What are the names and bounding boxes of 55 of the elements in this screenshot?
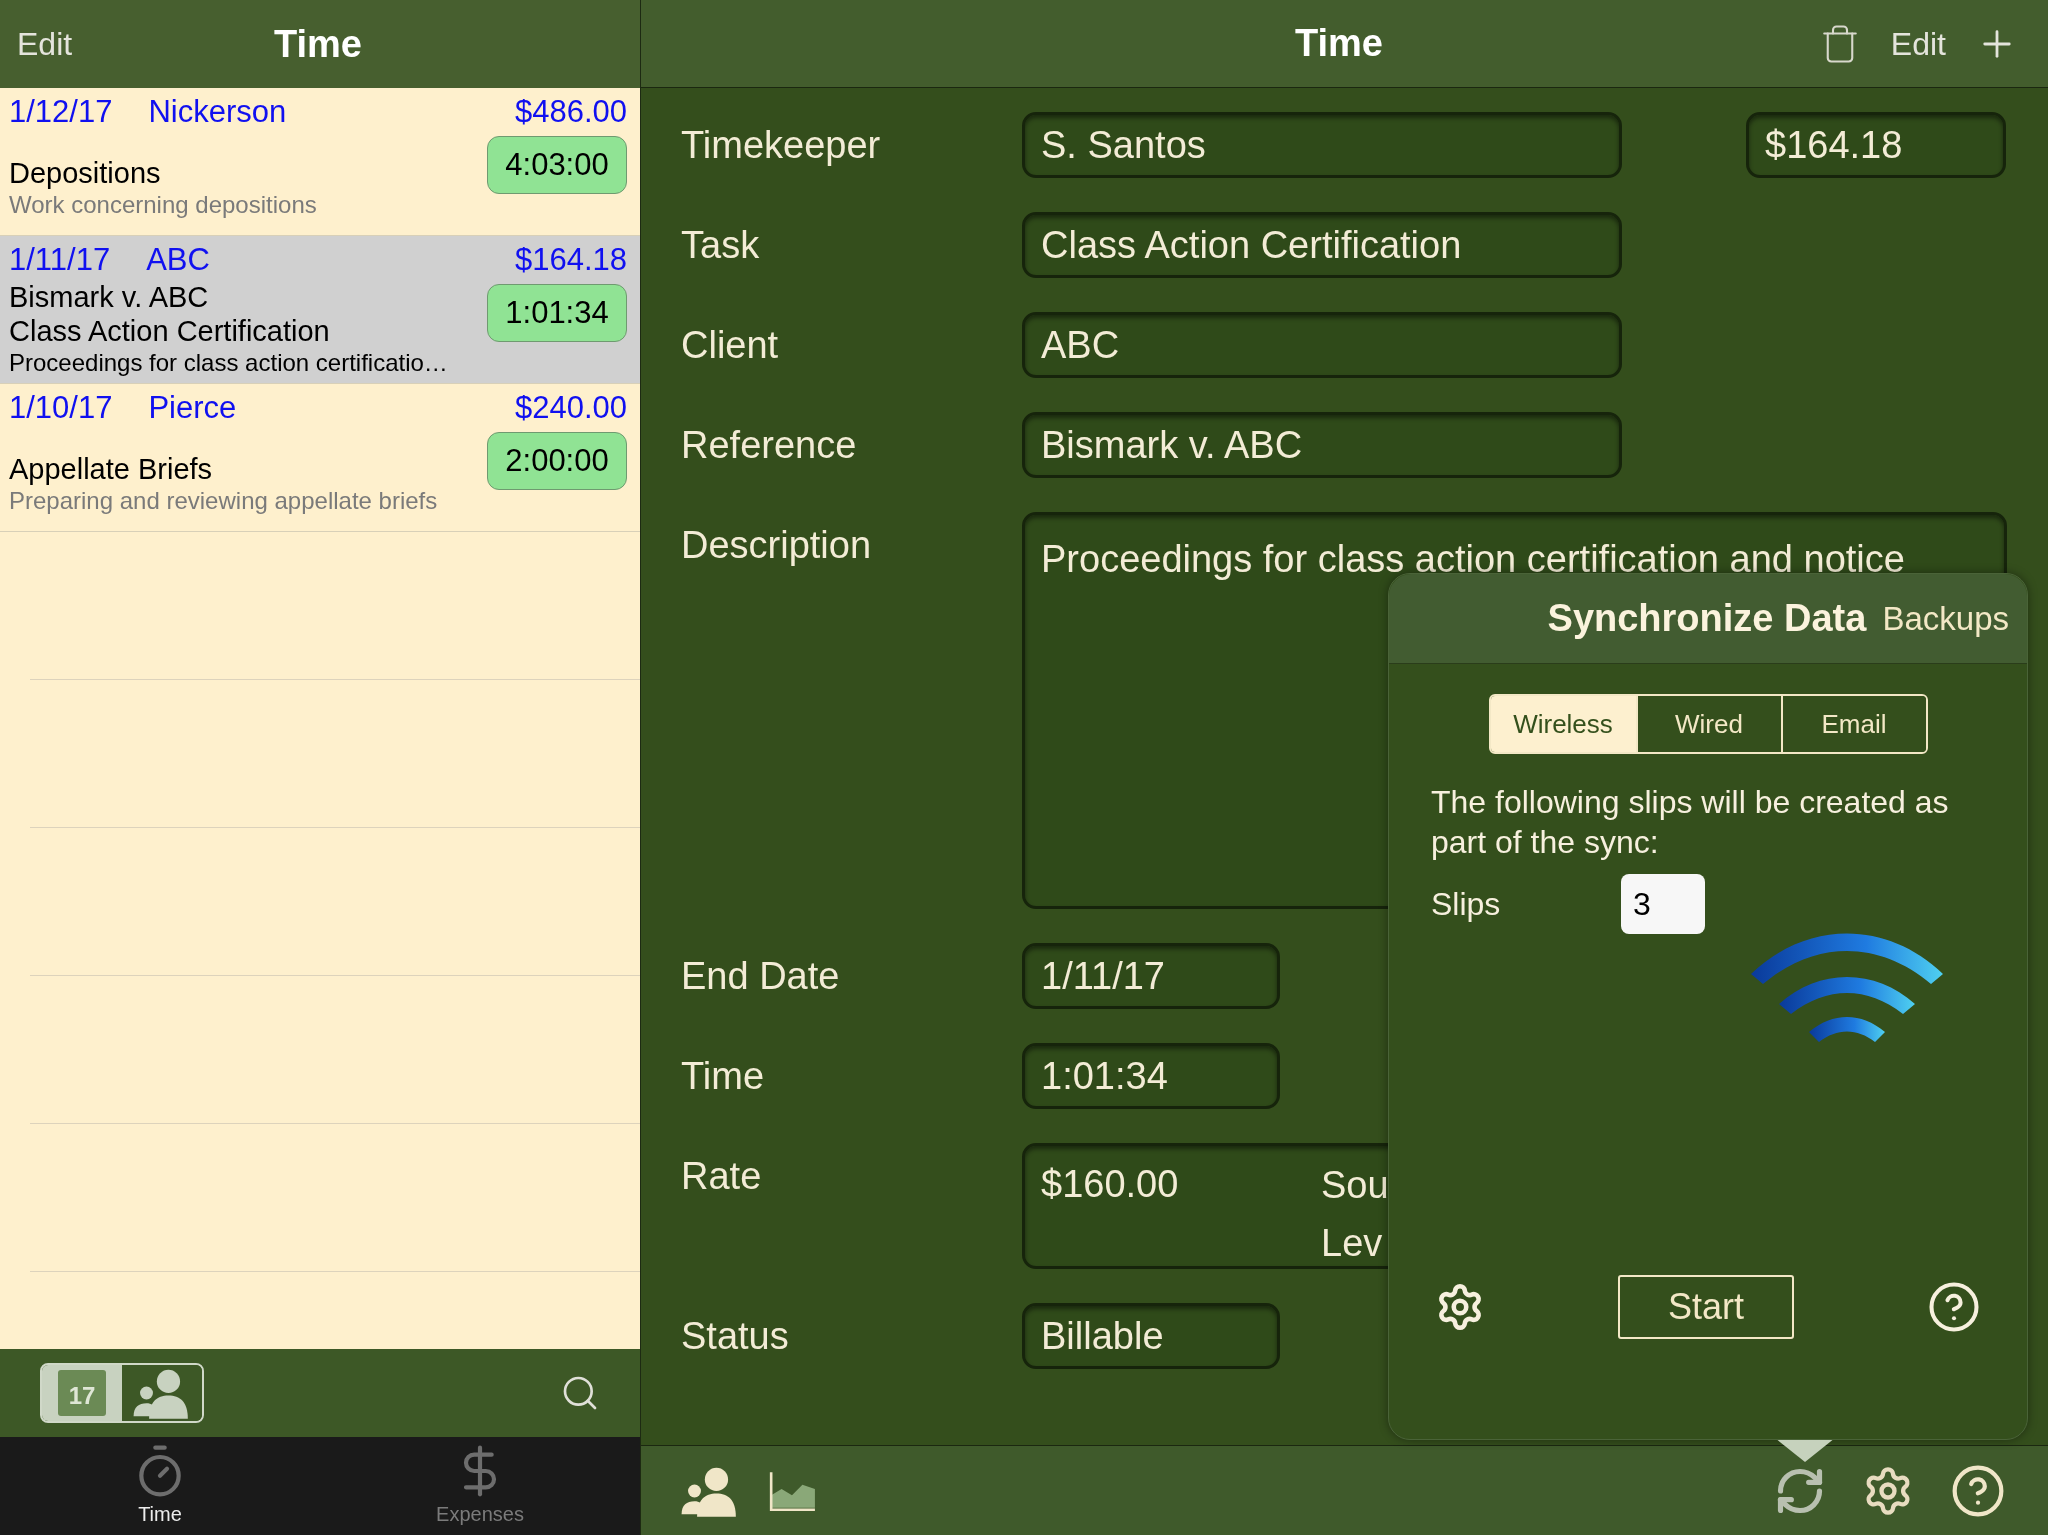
slip-amount: $486.00 bbox=[514, 93, 627, 131]
field-label: Task bbox=[681, 223, 761, 268]
popover-title: Synchronize Data bbox=[1547, 596, 1867, 641]
slips-count-field[interactable]: 3 bbox=[1621, 874, 1705, 934]
text-field[interactable]: Class Action Certification bbox=[1022, 212, 1622, 278]
tab-bar-item[interactable]: Expenses bbox=[320, 1437, 640, 1535]
text-field[interactable]: 1:01:34 bbox=[1022, 1043, 1280, 1109]
field-label: Rate bbox=[681, 1154, 763, 1199]
field-label: Status bbox=[681, 1314, 790, 1359]
sync-mode-tab[interactable]: Email bbox=[1780, 696, 1926, 752]
sync-message: The following slips will be created as part of the sync: bbox=[1431, 783, 1950, 862]
text-field[interactable]: 1/11/17 bbox=[1022, 943, 1280, 1009]
slip-client: Pierce bbox=[148, 389, 237, 427]
slip-date: 1/10/17 bbox=[9, 389, 113, 427]
slip-client: Nickerson bbox=[148, 93, 287, 131]
list-title: Time bbox=[274, 21, 362, 67]
text-field[interactable]: Billable bbox=[1022, 1303, 1280, 1369]
amount-field[interactable]: $164.18 bbox=[1746, 112, 2006, 178]
field-label: Client bbox=[681, 323, 780, 368]
text-field[interactable]: S. Santos bbox=[1022, 112, 1622, 178]
text-field[interactable]: ABC bbox=[1022, 312, 1622, 378]
sync-mode-tab[interactable]: Wireless bbox=[1490, 696, 1636, 752]
text-field[interactable]: Bismark v. ABC bbox=[1022, 412, 1622, 478]
area-chart-icon[interactable] bbox=[767, 1469, 817, 1512]
slip-amount: $164.18 bbox=[514, 241, 627, 279]
popover-arrow bbox=[1777, 1440, 1833, 1462]
slip-date: 1/12/17 bbox=[9, 93, 113, 131]
slip-client: ABC bbox=[146, 241, 210, 279]
backups-button[interactable]: Backups bbox=[1882, 593, 2009, 644]
field-label: Description bbox=[681, 523, 873, 568]
field-label: End Date bbox=[681, 954, 841, 999]
slip-title: Class Action Certification bbox=[9, 314, 331, 348]
slip-title: Depositions bbox=[9, 156, 162, 190]
detail-title: Time bbox=[1295, 21, 1383, 66]
help-icon[interactable] bbox=[1927, 1280, 1981, 1334]
field-label: Reference bbox=[681, 423, 858, 468]
time-badge: 2:00:00 bbox=[487, 432, 627, 490]
slip-description: Preparing and reviewing appellate briefs bbox=[9, 486, 439, 516]
time-badge: 4:03:00 bbox=[487, 136, 627, 194]
edit-button[interactable]: Edit bbox=[1890, 19, 1946, 68]
time-badge: 1:01:34 bbox=[487, 284, 627, 342]
edit-button[interactable]: Edit bbox=[17, 20, 73, 68]
start-button[interactable]: Start bbox=[1618, 1275, 1794, 1339]
slip-description: Work concerning depositions bbox=[9, 190, 318, 220]
slip-date: 1/11/17 bbox=[9, 241, 111, 279]
slip-row[interactable]: 1/11/17 ABC Bismark v. ABC Class Action Certification Proceedings for class action certificatio… $164.18 1:01:34 bbox=[0, 236, 640, 384]
slip-description: Proceedings for class action certificatio… bbox=[9, 348, 449, 378]
field-label: Timekeeper bbox=[681, 123, 882, 168]
slip-amount: $240.00 bbox=[514, 389, 627, 427]
tab-bar-item[interactable]: Time bbox=[0, 1437, 320, 1535]
slip-title: Appellate Briefs bbox=[9, 452, 214, 486]
rate-detail-text: Sou bbox=[1321, 1163, 1389, 1208]
field-label: Time bbox=[681, 1054, 766, 1099]
rate-detail-text: Lev bbox=[1321, 1221, 1384, 1266]
slip-title: Bismark v. ABC bbox=[9, 280, 210, 314]
